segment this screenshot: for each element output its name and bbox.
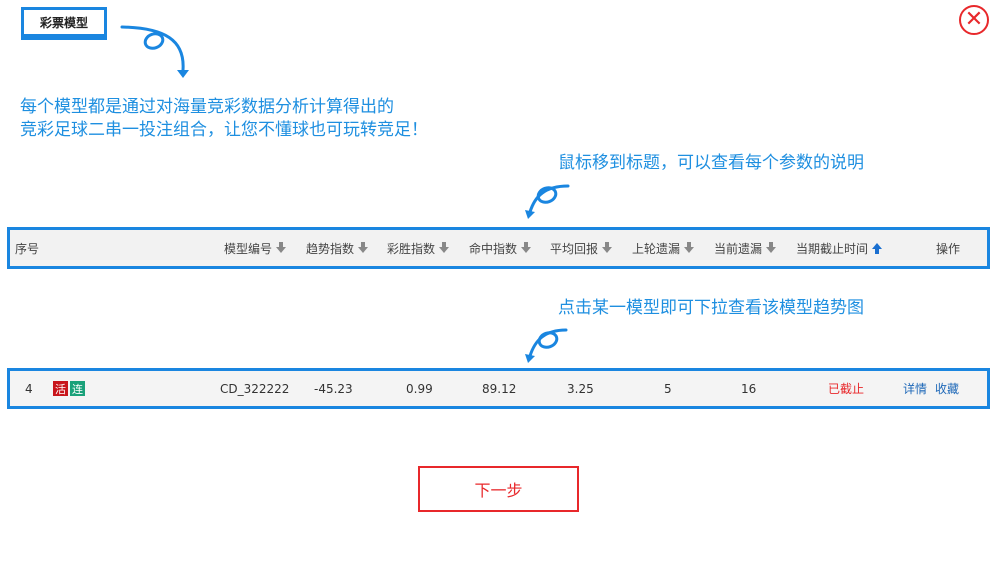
sort-up-icon[interactable] <box>872 243 883 254</box>
detail-link[interactable]: 详情 <box>903 380 927 397</box>
row-hit: 89.12 <box>482 381 517 396</box>
sort-down-icon[interactable] <box>521 242 532 253</box>
header-trend[interactable]: 趋势指数 <box>306 230 369 266</box>
sort-down-icon[interactable] <box>602 242 613 253</box>
sort-down-icon[interactable] <box>276 242 287 253</box>
live-badge: 活 <box>53 381 68 396</box>
header-model-no[interactable]: 模型编号 <box>224 230 287 266</box>
row-badges: 活 连 <box>53 371 87 406</box>
intro-line-1: 每个模型都是通过对海量竞彩数据分析计算得出的 <box>20 97 394 117</box>
curved-arrow-icon <box>528 184 570 214</box>
row-cur-miss: 16 <box>741 381 757 396</box>
next-step-button[interactable]: 下一步 <box>418 466 579 512</box>
header-last-miss[interactable]: 上轮遗漏 <box>632 230 695 266</box>
intro-text: 每个模型都是通过对海量竞彩数据分析计算得出的 竞彩足球二串一投注组合，让您不懂球… <box>20 96 428 142</box>
row-index: 4 <box>25 381 33 396</box>
sort-down-icon[interactable] <box>358 242 369 253</box>
row-tip: 点击某一模型即可下拉查看该模型趋势图 <box>558 298 864 318</box>
header-action: 操作 <box>936 241 961 256</box>
row-last-miss: 5 <box>664 381 672 396</box>
sort-down-icon[interactable] <box>684 242 695 253</box>
header-win[interactable]: 彩胜指数 <box>387 230 450 266</box>
header-tip: 鼠标移到标题，可以查看每个参数的说明 <box>558 153 864 173</box>
favorite-link[interactable]: 收藏 <box>935 380 959 397</box>
header-avg-return[interactable]: 平均回报 <box>550 230 613 266</box>
row-status: 已截止 <box>828 382 865 396</box>
row-model-no: CD_322222 <box>220 381 290 396</box>
next-step-label: 下一步 <box>474 481 523 500</box>
sort-down-icon[interactable] <box>439 242 450 253</box>
header-cur-miss[interactable]: 当前遗漏 <box>714 230 777 266</box>
header-hit[interactable]: 命中指数 <box>469 230 532 266</box>
header-index: 序号 <box>15 241 40 256</box>
table-header: 序号 模型编号 趋势指数 彩胜指数 命中指数 平均回报 上轮遗漏 当前遗漏 当期… <box>7 227 990 269</box>
sort-down-icon[interactable] <box>766 242 777 253</box>
streak-badge: 连 <box>70 381 85 396</box>
row-trend: -45.23 <box>314 381 353 396</box>
table-row[interactable]: 4 活 连 CD_322222 -45.23 0.99 89.12 3.25 5… <box>7 368 990 409</box>
row-avg-return: 3.25 <box>567 381 594 396</box>
row-actions: 详情 收藏 <box>903 371 967 406</box>
intro-line-2: 竞彩足球二串一投注组合，让您不懂球也可玩转竞足！ <box>20 120 428 140</box>
header-deadline[interactable]: 当期截止时间 <box>796 230 883 266</box>
row-win: 0.99 <box>406 381 433 396</box>
